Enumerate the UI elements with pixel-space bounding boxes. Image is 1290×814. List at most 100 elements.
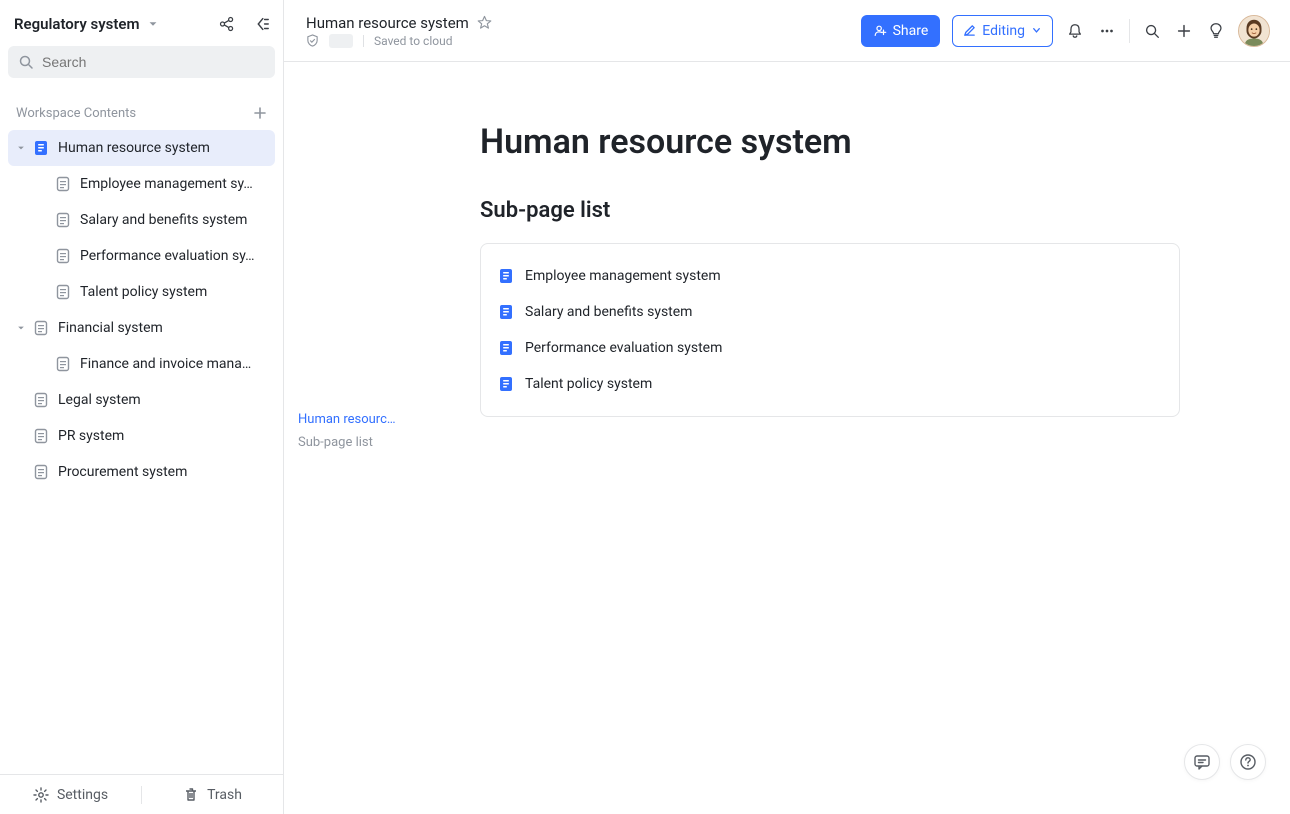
bell-icon[interactable] <box>1065 21 1085 41</box>
subpage-list: Employee management system Salary and ben… <box>480 243 1180 417</box>
topbar-actions: Share Editing <box>861 15 1270 47</box>
doc-grey-icon <box>32 319 50 337</box>
tree-item[interactable]: Salary and benefits system <box>8 202 275 238</box>
expand-caret-icon <box>14 465 28 479</box>
save-status: Saved to cloud <box>374 34 452 48</box>
doc-badge <box>329 34 353 48</box>
subpage-link[interactable]: Employee management system <box>497 258 1163 294</box>
expand-caret-icon <box>36 213 50 227</box>
expand-caret-icon <box>36 177 50 191</box>
tree-item[interactable]: Human resource system <box>8 130 275 166</box>
tree-item[interactable]: Procurement system <box>8 454 275 490</box>
doc-grey-icon <box>32 391 50 409</box>
tree-item[interactable]: Financial system <box>8 310 275 346</box>
sidebar-header-actions <box>217 14 271 34</box>
doc-blue-icon <box>32 139 50 157</box>
share-button[interactable]: Share <box>861 15 941 47</box>
doc-title: Human resource system <box>306 14 469 32</box>
doc-grey-icon <box>54 211 72 229</box>
search-doc-icon[interactable] <box>1142 21 1162 41</box>
tree-item-label: Financial system <box>58 320 163 336</box>
tree-item[interactable]: Finance and invoice mana… <box>8 346 275 382</box>
doc-blue-icon <box>497 339 515 357</box>
expand-caret-icon[interactable] <box>14 321 28 335</box>
doc-h2: Sub-page list <box>480 198 1250 223</box>
tree-item-label: Talent policy system <box>80 284 207 300</box>
subpage-label: Talent policy system <box>525 376 652 392</box>
contents-header-label: Workspace Contents <box>16 106 136 121</box>
expand-caret-icon <box>14 393 28 407</box>
tree-item-label: Salary and benefits system <box>80 212 247 228</box>
expand-caret-icon[interactable] <box>14 141 28 155</box>
doc-h1: Human resource system <box>480 122 1250 162</box>
float-actions <box>1184 744 1266 780</box>
add-page-button[interactable] <box>251 104 269 122</box>
divider <box>1129 19 1130 43</box>
tree-item[interactable]: Legal system <box>8 382 275 418</box>
search-icon <box>18 54 34 70</box>
shield-icon <box>306 34 319 47</box>
main: Human resource system Saved to cloud Sha… <box>284 0 1290 814</box>
pencil-icon <box>963 24 976 37</box>
sidebar-footer: Settings Trash <box>0 774 283 814</box>
subpage-link[interactable]: Salary and benefits system <box>497 294 1163 330</box>
search-field[interactable] <box>42 54 265 70</box>
search-input[interactable] <box>8 46 275 78</box>
gear-icon <box>33 787 49 803</box>
expand-caret-icon <box>14 429 28 443</box>
doc-grey-icon <box>54 175 72 193</box>
collapse-sidebar-icon[interactable] <box>251 14 271 34</box>
tree-item-label: Procurement system <box>58 464 187 480</box>
workspace-switcher[interactable]: Regulatory system <box>14 15 160 33</box>
trash-icon <box>183 787 199 803</box>
tree-item-label: Human resource system <box>58 140 210 156</box>
page-tree: Human resource system Employee management… <box>0 128 283 774</box>
subpage-label: Employee management system <box>525 268 721 284</box>
trash-label: Trash <box>207 787 242 803</box>
content-area: Human resourc… Sub-page list Human resou… <box>284 62 1290 814</box>
chevron-down-icon <box>146 17 160 31</box>
editing-label: Editing <box>982 23 1025 39</box>
tree-item-label: Performance evaluation sy… <box>80 248 254 264</box>
topbar-title-area: Human resource system Saved to cloud <box>306 14 492 48</box>
toc-h1[interactable]: Human resourc… <box>298 412 406 427</box>
doc-grey-icon <box>32 427 50 445</box>
status-row: Saved to cloud <box>306 34 492 48</box>
tree-item-label: Legal system <box>58 392 141 408</box>
comment-float-button[interactable] <box>1184 744 1220 780</box>
toc-h2[interactable]: Sub-page list <box>298 435 373 450</box>
sidebar: Regulatory system Workspace Contents Hum… <box>0 0 284 814</box>
doc-blue-icon <box>497 303 515 321</box>
doc-grey-icon <box>54 355 72 373</box>
add-icon[interactable] <box>1174 21 1194 41</box>
topbar: Human resource system Saved to cloud Sha… <box>284 0 1290 62</box>
tree-item-label: PR system <box>58 428 124 444</box>
doc-blue-icon <box>497 375 515 393</box>
tree-item-label: Finance and invoice mana… <box>80 356 251 372</box>
document: Human resource system Sub-page list Empl… <box>414 62 1290 814</box>
tree-item-label: Employee management sy… <box>80 176 253 192</box>
table-of-contents: Human resourc… Sub-page list <box>284 62 414 814</box>
tree-item[interactable]: Performance evaluation sy… <box>8 238 275 274</box>
doc-blue-icon <box>497 267 515 285</box>
tree-item[interactable]: PR system <box>8 418 275 454</box>
share-person-icon <box>873 24 887 38</box>
subpage-label: Salary and benefits system <box>525 304 692 320</box>
editing-mode-button[interactable]: Editing <box>952 15 1053 47</box>
doc-grey-icon <box>54 283 72 301</box>
tree-item[interactable]: Employee management sy… <box>8 166 275 202</box>
help-float-button[interactable] <box>1230 744 1266 780</box>
trash-button[interactable]: Trash <box>142 787 283 803</box>
avatar[interactable] <box>1238 15 1270 47</box>
subpage-link[interactable]: Talent policy system <box>497 366 1163 402</box>
tree-item[interactable]: Talent policy system <box>8 274 275 310</box>
expand-caret-icon <box>36 357 50 371</box>
subpage-label: Performance evaluation system <box>525 340 722 356</box>
favorite-button[interactable] <box>477 15 492 30</box>
lightbulb-icon[interactable] <box>1206 21 1226 41</box>
more-icon[interactable] <box>1097 21 1117 41</box>
settings-button[interactable]: Settings <box>0 787 141 803</box>
doc-grey-icon <box>54 247 72 265</box>
subpage-link[interactable]: Performance evaluation system <box>497 330 1163 366</box>
share-network-icon[interactable] <box>217 14 237 34</box>
